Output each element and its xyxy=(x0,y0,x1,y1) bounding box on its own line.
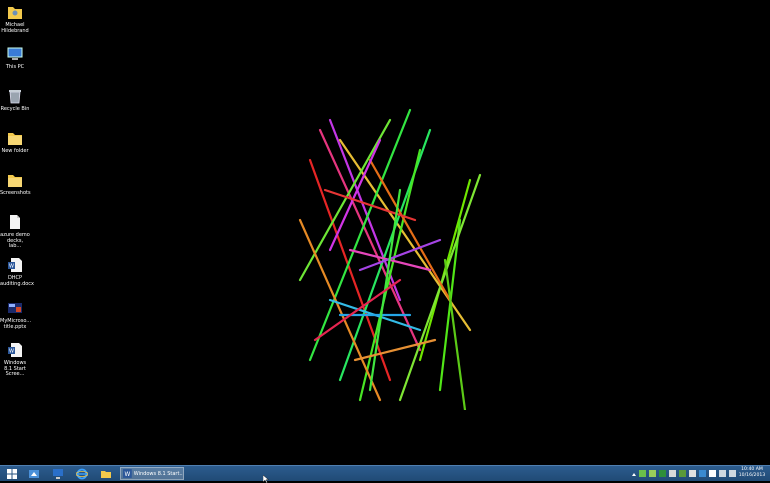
desktop-icon-mymicroso-pptx[interactable]: MyMicroso... title.pptx xyxy=(0,299,32,330)
folder-icon xyxy=(8,133,22,145)
desktop-icon-label: MyMicroso... title.pptx xyxy=(0,318,32,330)
pinned-app-1[interactable] xyxy=(22,466,46,481)
volume-icon[interactable] xyxy=(729,470,736,477)
internet-explorer-icon xyxy=(76,468,88,479)
word-document-icon: W xyxy=(8,343,22,357)
network-icon[interactable] xyxy=(719,470,726,477)
svg-text:W: W xyxy=(125,472,131,478)
desktop-icon-user-folder[interactable]: Michael Hildebrand xyxy=(0,3,30,34)
folder-icon xyxy=(8,175,22,187)
desktop-icon-windows-start-screen[interactable]: W Windows 8.1 Start Scree... xyxy=(0,341,30,378)
taskbar: W Windows 8.1 Start... 10:40 AM 10/16/20… xyxy=(0,465,770,481)
computer-icon xyxy=(7,47,23,60)
recycle-bin-icon xyxy=(9,90,21,104)
desktop-icon-label: DHCP auditing.docx xyxy=(0,275,35,287)
word-document-icon: W xyxy=(8,258,22,272)
mouse-cursor-icon xyxy=(263,475,269,483)
tray-app-icon[interactable] xyxy=(649,470,656,477)
abstract-wallpaper xyxy=(298,108,482,410)
chevron-up-icon[interactable] xyxy=(632,473,636,476)
desktop-icon-azure-demo[interactable]: azure demo decks, lab... xyxy=(0,213,30,250)
desktop-icon-label: Screenshots xyxy=(0,190,31,196)
desktop-icon-recycle-bin[interactable]: Recycle Bin xyxy=(0,87,30,113)
file-explorer-icon xyxy=(101,470,111,478)
svg-text:W: W xyxy=(9,264,14,270)
svg-text:W: W xyxy=(9,349,14,355)
windows-logo-icon xyxy=(7,468,17,479)
pinned-app-2[interactable] xyxy=(46,466,70,481)
desktop-icon-label: This PC xyxy=(5,64,25,70)
tray-app-icon[interactable] xyxy=(679,470,686,477)
desktop-icon-label: azure demo decks, lab... xyxy=(0,232,30,250)
taskbar-window-word[interactable]: W Windows 8.1 Start... xyxy=(120,467,184,480)
user-folder-icon xyxy=(8,7,22,19)
tray-app-icon[interactable] xyxy=(639,470,646,477)
internet-explorer-button[interactable] xyxy=(70,466,94,481)
desktop-icon-this-pc[interactable]: This PC xyxy=(0,45,30,71)
clock[interactable]: 10:40 AM 10/16/2013 xyxy=(738,467,766,479)
action-center-flag-icon[interactable] xyxy=(709,470,716,477)
start-button[interactable] xyxy=(0,466,24,481)
tray-app-icon[interactable] xyxy=(669,470,676,477)
tray-app-icon[interactable] xyxy=(659,470,666,477)
tray-app-icon[interactable] xyxy=(699,470,706,477)
app-icon xyxy=(53,468,63,479)
desktop[interactable] xyxy=(0,0,770,465)
document-icon xyxy=(10,215,20,229)
desktop-icon-label: New folder xyxy=(1,148,29,154)
system-tray xyxy=(632,468,736,479)
app-icon xyxy=(29,469,39,478)
desktop-icon-label: Recycle Bin xyxy=(0,106,30,112)
powerpoint-file-icon xyxy=(8,303,22,313)
clock-date: 10/16/2013 xyxy=(738,473,766,478)
taskbar-window-title: Windows 8.1 Start... xyxy=(133,470,183,477)
file-explorer-button[interactable] xyxy=(94,466,118,481)
desktop-icon-screenshots[interactable]: Screenshots xyxy=(0,171,31,197)
desktop-icon-dhcp-auditing[interactable]: W DHCP auditing.docx xyxy=(0,256,35,287)
desktop-icon-label: Windows 8.1 Start Scree... xyxy=(3,360,27,378)
tray-app-icon[interactable] xyxy=(689,470,696,477)
word-icon: W xyxy=(123,469,132,478)
desktop-icon-label: Michael Hildebrand xyxy=(1,22,29,34)
desktop-icon-new-folder[interactable]: New folder xyxy=(0,129,30,155)
